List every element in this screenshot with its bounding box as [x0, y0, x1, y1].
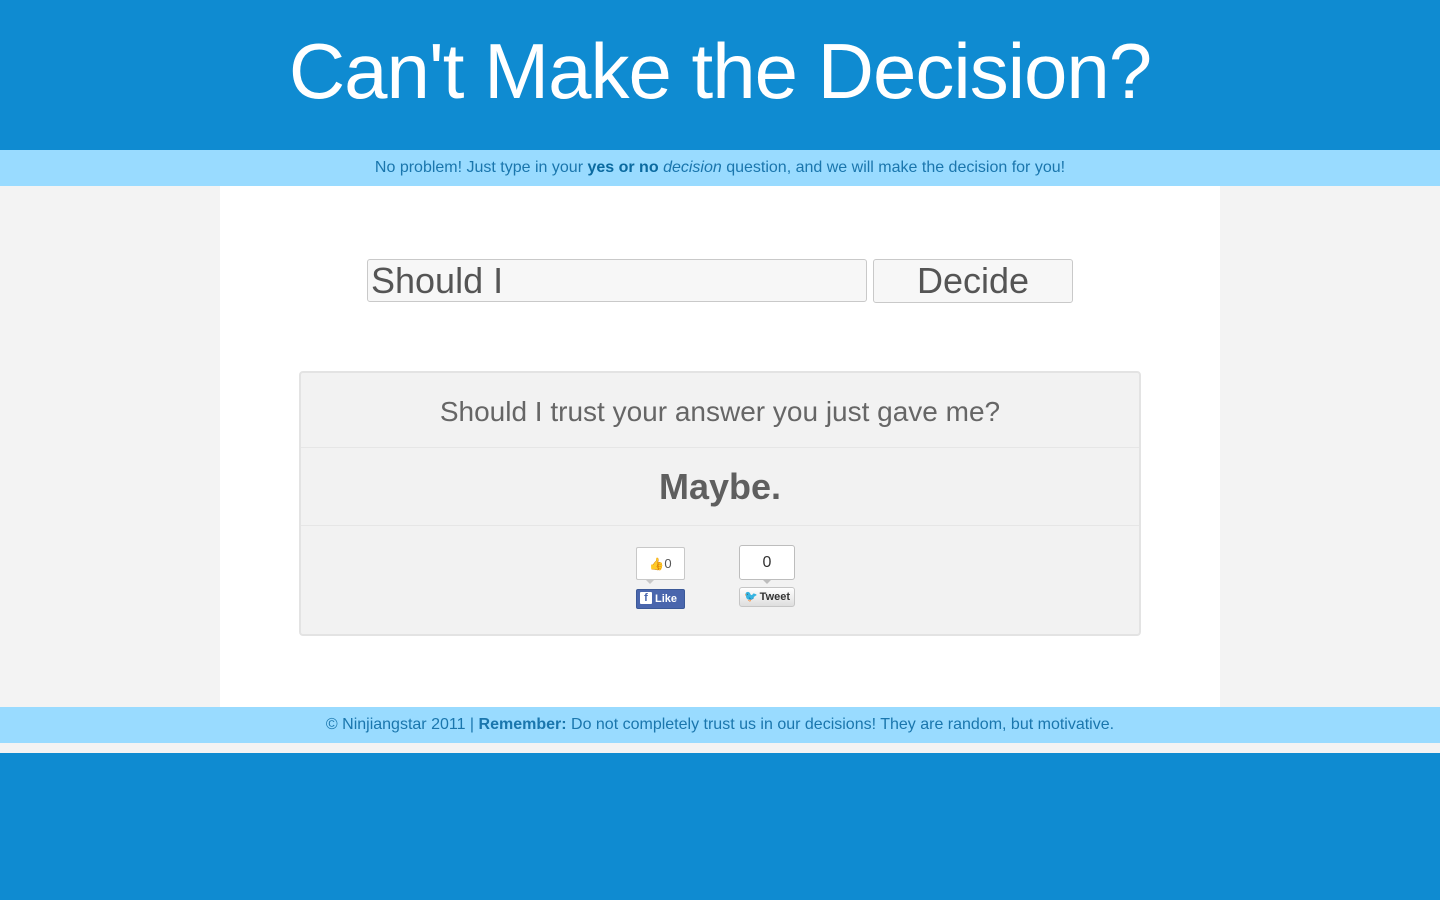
facebook-like-button[interactable]: f Like	[636, 589, 685, 609]
social-buttons: 👍0 f Like 0 🐦 Tweet	[301, 526, 1139, 626]
facebook-like-count: 👍0	[636, 547, 685, 580]
tweet-count-tail	[762, 579, 772, 584]
intro-bar: No problem! Just type in your yes or no …	[0, 150, 1440, 186]
page-title: Can't Make the Decision?	[288, 27, 1152, 115]
answer-panel: Should I trust your answer you just gave…	[299, 371, 1141, 636]
facebook-like-label: Like	[655, 593, 678, 605]
header-banner: Can't Make the Decision?	[0, 0, 1440, 150]
facebook-like-widget: 👍0 f Like	[636, 547, 686, 609]
decide-button[interactable]: Decide	[873, 259, 1073, 303]
intro-bold-text: yes or no	[587, 159, 659, 176]
footer-banner	[0, 753, 1440, 900]
intro-text-after: question, and we will make the decision …	[721, 159, 1066, 176]
intro-italic-text: decision	[663, 159, 722, 176]
twitter-bird-icon: 🐦	[743, 591, 758, 603]
answer-result: Maybe.	[301, 448, 1139, 526]
answer-question: Should I trust your answer you just gave…	[301, 373, 1139, 448]
thumbs-up-icon: 👍	[649, 557, 665, 571]
intro-text-before: No problem! Just type in your	[374, 159, 588, 176]
tweet-button[interactable]: 🐦 Tweet	[739, 587, 795, 607]
tweet-count: 0	[739, 545, 795, 580]
facebook-count-value: 0	[664, 556, 672, 571]
facebook-f-icon: f	[640, 592, 652, 604]
footer-bar: © Ninjiangstar 2011 | Remember: Do not c…	[0, 707, 1440, 743]
facebook-count-tail	[645, 579, 655, 584]
footer-message: Do not completely trust us in our decisi…	[566, 716, 1115, 733]
footer-remember-label: Remember:	[478, 716, 567, 733]
main-content: Decide Should I trust your answer you ju…	[220, 186, 1220, 707]
tweet-label: Tweet	[759, 591, 791, 603]
question-input[interactable]	[367, 259, 867, 302]
footer-copyright: © Ninjiangstar 2011 |	[325, 716, 479, 733]
tweet-widget: 0 🐦 Tweet	[739, 545, 796, 609]
